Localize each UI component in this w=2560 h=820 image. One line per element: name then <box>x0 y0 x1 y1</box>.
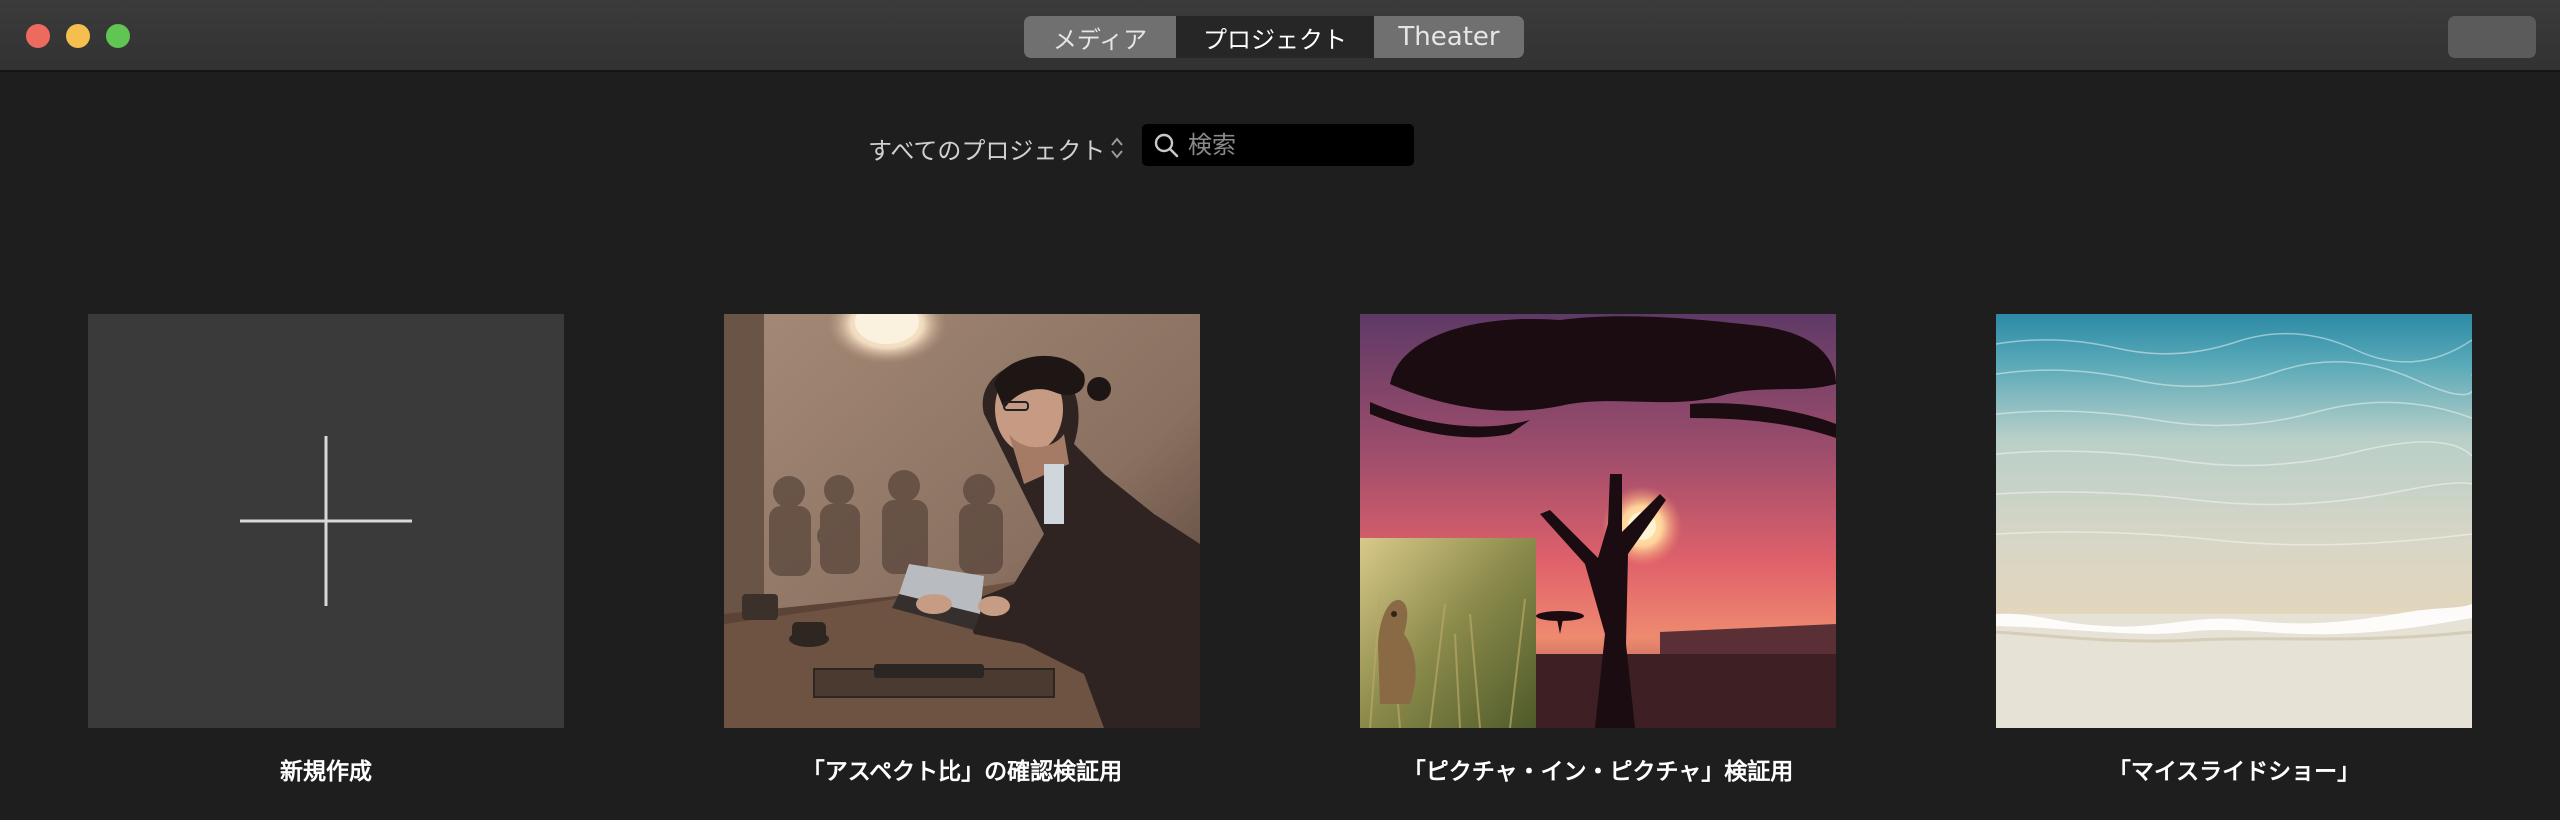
project-card[interactable]: 「アスペクト比」の確認検証用 <box>724 314 1200 785</box>
minimize-window-button[interactable] <box>66 24 90 48</box>
tab-media[interactable]: メディア <box>1024 16 1176 58</box>
project-card[interactable]: 「ピクチャ・イン・ピクチャ」検証用 <box>1360 314 1836 785</box>
project-title: 新規作成 <box>280 759 372 785</box>
project-filter-popup[interactable]: すべてのプロジェクト <box>868 128 1125 168</box>
updown-chevron-icon <box>1109 134 1125 162</box>
plus-icon <box>240 436 412 606</box>
search-field[interactable] <box>1142 124 1414 166</box>
search-input[interactable] <box>1186 130 1410 160</box>
tab-theater[interactable]: Theater <box>1374 16 1524 58</box>
savanna-photo-image <box>1360 314 1836 728</box>
project-title: 「アスペクト比」の確認検証用 <box>801 759 1123 785</box>
beach-photo-image <box>1996 314 2472 728</box>
toolbar-action-button[interactable] <box>2448 16 2536 58</box>
maximize-window-button[interactable] <box>106 24 130 48</box>
view-segmented-control: メディア プロジェクト Theater <box>1024 16 1524 58</box>
project-thumbnail[interactable] <box>1360 314 1836 728</box>
close-window-button[interactable] <box>26 24 50 48</box>
search-icon <box>1154 133 1179 158</box>
project-filter-label: すべてのプロジェクト <box>868 136 1106 165</box>
title-bar: メディア プロジェクト Theater <box>0 0 2560 72</box>
project-title: 「ピクチャ・イン・ピクチャ」検証用 <box>1402 759 1794 785</box>
project-card[interactable]: 「マイスライドショー」 <box>1996 314 2472 785</box>
new-project-thumbnail[interactable] <box>88 314 564 728</box>
project-title: 「マイスライドショー」 <box>2107 759 2361 785</box>
new-project-card[interactable]: 新規作成 <box>88 314 564 785</box>
project-thumbnail[interactable] <box>724 314 1200 728</box>
project-thumbnail[interactable] <box>1996 314 2472 728</box>
tab-projects[interactable]: プロジェクト <box>1176 16 1374 58</box>
cafe-photo-image <box>724 314 1200 728</box>
